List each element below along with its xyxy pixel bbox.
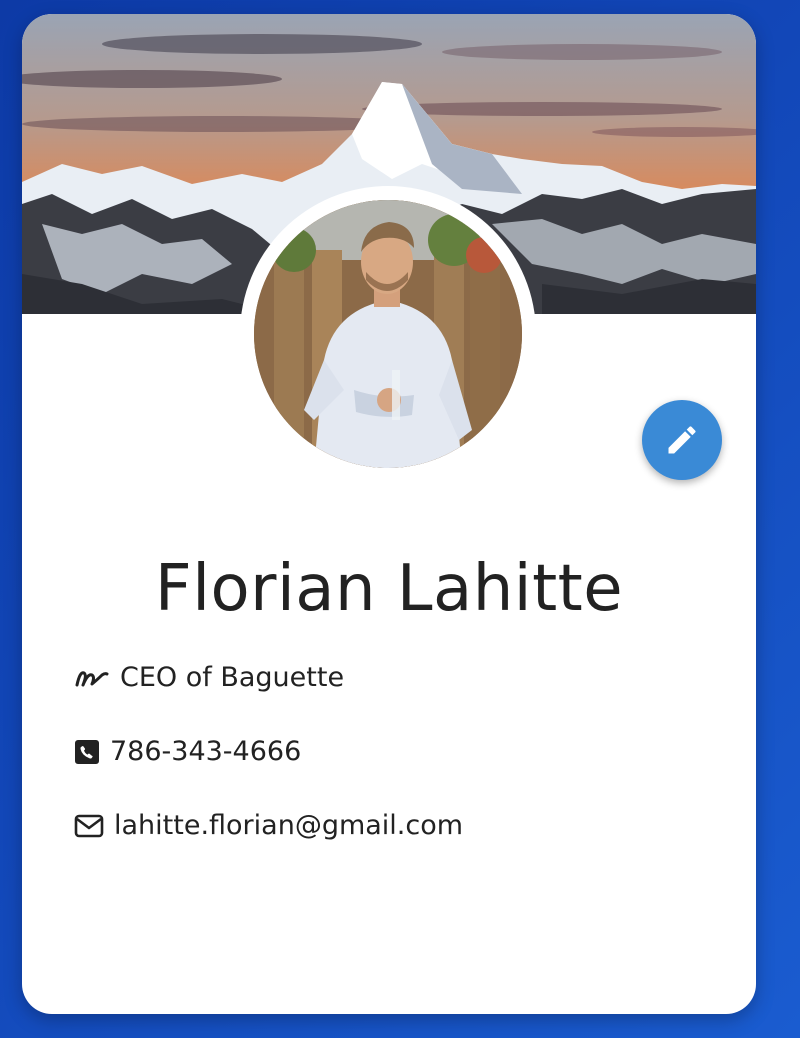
- phone-number[interactable]: 786-343-4666: [110, 736, 301, 767]
- pencil-icon: [668, 426, 696, 454]
- email-row: lahitte.florian@gmail.com: [74, 810, 463, 841]
- profile-name: Florian Lahitte: [154, 552, 624, 626]
- job-title: CEO of Baguette: [120, 662, 345, 693]
- envelope-icon: [74, 814, 104, 838]
- avatar: [254, 200, 522, 468]
- profile-card: Florian Lahitte CEO of Baguette 786-343-…: [22, 14, 756, 1014]
- edit-profile-button[interactable]: [642, 400, 722, 480]
- phone-row: 786-343-4666: [74, 736, 301, 767]
- avatar-frame: [240, 186, 536, 482]
- signature-icon: [74, 665, 110, 691]
- job-title-row: CEO of Baguette: [74, 662, 344, 693]
- phone-square-icon: [74, 739, 100, 765]
- email-address[interactable]: lahitte.florian@gmail.com: [114, 810, 463, 841]
